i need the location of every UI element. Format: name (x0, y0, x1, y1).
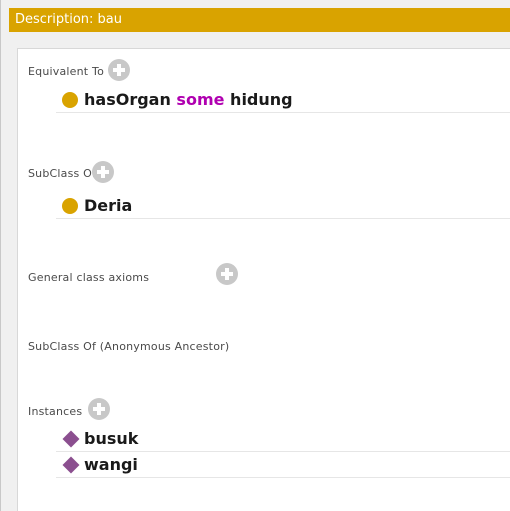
expression-filler: hidung (230, 90, 293, 109)
description-panel: Description: bau Equivalent To hasOrgan … (0, 0, 510, 511)
instances-label: Instances (28, 405, 83, 418)
add-instance-button[interactable] (88, 398, 110, 420)
anonymous-ancestor-label: SubClass Of (Anonymous Ancestor) (28, 340, 230, 353)
individual-diamond-icon (62, 456, 80, 474)
instance-name: busuk (84, 429, 139, 448)
class-circle-icon (62, 92, 78, 108)
instance-name: wangi (84, 455, 138, 474)
add-general-axiom-button[interactable] (216, 263, 238, 285)
panel-title: Description: bau (9, 8, 510, 32)
class-circle-icon (62, 198, 78, 214)
superclass-name: Deria (84, 196, 133, 215)
instance-row[interactable]: busuk (56, 426, 510, 452)
equivalent-expression-row[interactable]: hasOrgan some hidung (56, 87, 510, 113)
superclass-row[interactable]: Deria (56, 193, 510, 219)
add-superclass-button[interactable] (92, 161, 114, 183)
equivalent-to-label: Equivalent To (28, 65, 104, 78)
instance-row[interactable]: wangi (56, 452, 510, 478)
individual-diamond-icon (62, 430, 80, 448)
expression-property: hasOrgan (84, 90, 171, 109)
general-class-axioms-label: General class axioms (28, 271, 150, 284)
expression-text: hasOrgan some hidung (84, 90, 293, 109)
subclass-of-label: SubClass Of (28, 167, 97, 180)
add-equivalent-button[interactable] (108, 59, 130, 81)
expression-keyword: some (176, 90, 225, 109)
description-content: Equivalent To hasOrgan some hidung SubCl… (17, 48, 510, 511)
